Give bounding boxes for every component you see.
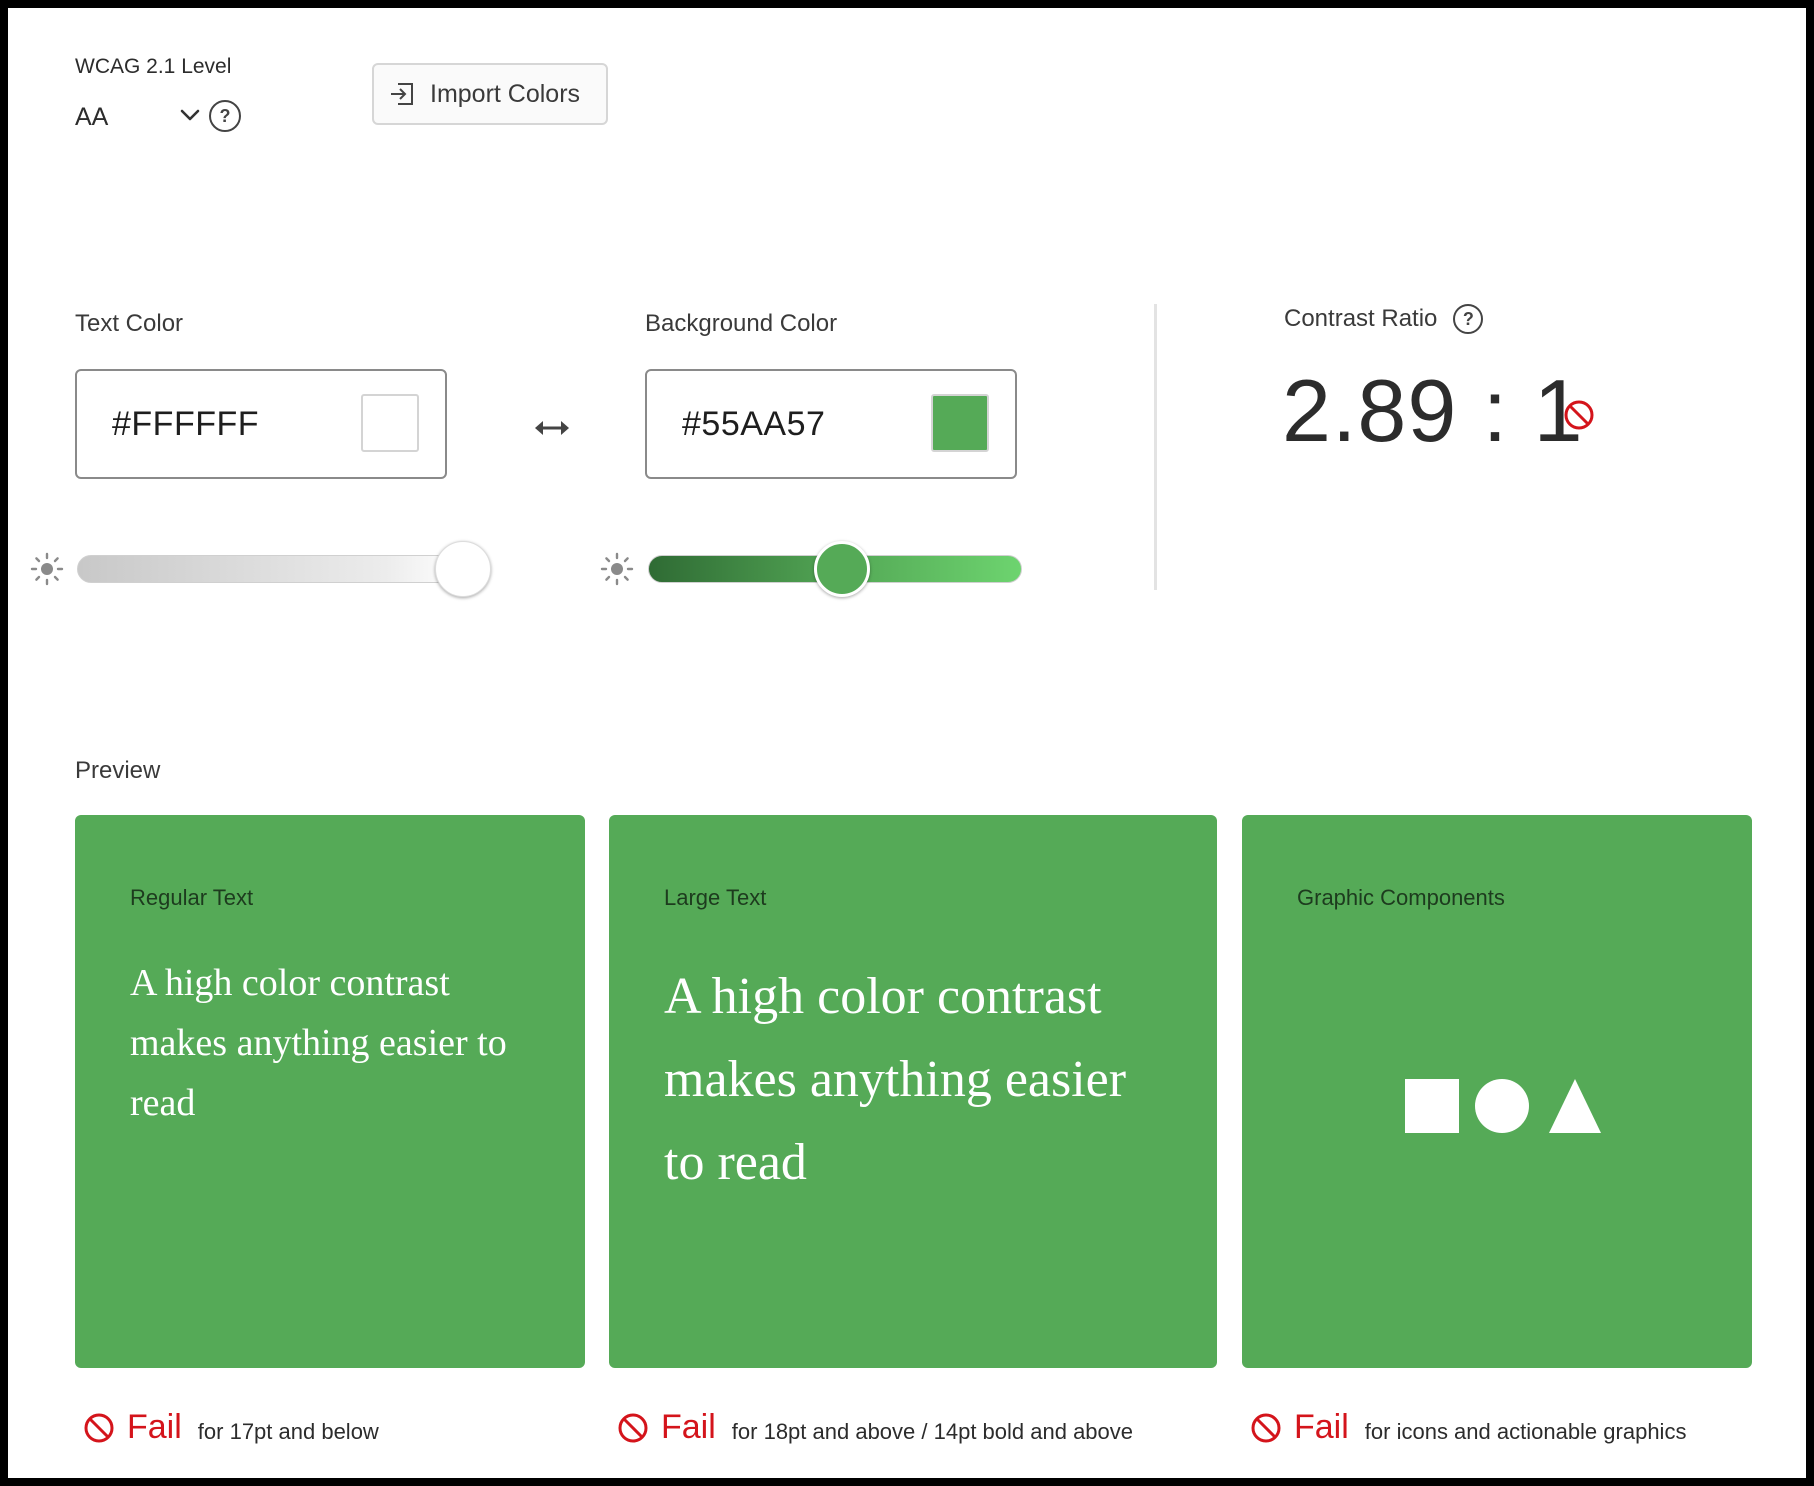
- background-brightness-slider-thumb[interactable]: [814, 541, 871, 597]
- card-title: Graphic Components: [1297, 885, 1505, 910]
- regular-text-result: Fail for 17pt and below: [83, 1408, 379, 1447]
- import-colors-button[interactable]: Import Colors: [372, 63, 608, 125]
- contrast-help-glyph: ?: [1462, 308, 1474, 329]
- background-color-hex-input[interactable]: [680, 403, 904, 445]
- large-text-result: Fail for 18pt and above / 14pt bold and …: [617, 1408, 1133, 1447]
- result-description: for 18pt and above / 14pt bold and above: [731, 1418, 1134, 1444]
- result-description: for icons and actionable graphics: [1364, 1418, 1687, 1444]
- wcag-help-glyph: ?: [219, 105, 231, 126]
- contrast-ratio-label: Contrast Ratio: [1284, 305, 1438, 332]
- brightness-icon: [30, 552, 64, 586]
- swap-colors-icon[interactable]: [532, 408, 572, 448]
- prohibited-icon: [84, 1413, 114, 1442]
- wcag-level-label: WCAG 2.1 Level: [75, 55, 232, 78]
- sample-text: A high color contrast makes anything eas…: [130, 962, 507, 1124]
- sample-text: A high color contrast makes anything eas…: [664, 968, 1127, 1191]
- sample-shapes: [1405, 1079, 1601, 1133]
- text-brightness-slider-track[interactable]: [77, 555, 463, 583]
- graphic-components-result: Fail for icons and actionable graphics: [1250, 1408, 1686, 1447]
- prohibited-icon: [1251, 1413, 1281, 1442]
- contrast-ratio-header: Contrast Ratio ?: [1284, 304, 1484, 334]
- prohibited-icon: [1564, 400, 1594, 430]
- preview-card-regular-text: Regular Text A high color contrast makes…: [75, 815, 585, 1368]
- result-status: Fail: [1294, 1408, 1349, 1446]
- contrast-ratio-value: 2.89 : 1: [1282, 361, 1584, 460]
- card-title: Regular Text: [130, 885, 254, 910]
- preview-label: Preview: [75, 757, 161, 784]
- chevron-down-icon: [180, 109, 200, 121]
- wcag-help-icon[interactable]: ?: [209, 100, 241, 132]
- result-status: Fail: [127, 1408, 182, 1446]
- import-colors-label: Import Colors: [430, 79, 581, 108]
- brightness-icon: [600, 552, 634, 586]
- square-icon: [1405, 1079, 1459, 1133]
- text-color-field[interactable]: [75, 369, 447, 479]
- result-description: for 17pt and below: [197, 1418, 379, 1444]
- text-color-swatch[interactable]: [361, 394, 419, 452]
- text-brightness-slider-thumb[interactable]: [435, 541, 491, 597]
- wcag-level-value: AA: [75, 102, 109, 131]
- import-icon: [391, 83, 413, 105]
- background-color-field[interactable]: [645, 369, 1017, 479]
- text-color-hex-input[interactable]: [110, 403, 334, 445]
- preview-card-graphic-components: Graphic Components: [1242, 815, 1752, 1368]
- result-status: Fail: [661, 1408, 716, 1446]
- contrast-help-icon[interactable]: ?: [1453, 304, 1484, 334]
- card-title: Large Text: [664, 885, 767, 910]
- background-color-label: Background Color: [645, 310, 838, 337]
- prohibited-icon: [618, 1413, 648, 1442]
- triangle-icon: [1549, 1079, 1601, 1133]
- circle-icon: [1475, 1079, 1529, 1133]
- wcag-level-dropdown[interactable]: AA: [75, 96, 205, 138]
- divider: [1154, 304, 1157, 590]
- preview-card-large-text: Large Text A high color contrast makes a…: [609, 815, 1217, 1368]
- text-color-label: Text Color: [75, 310, 184, 337]
- contrast-checker-panel: WCAG 2.1 Level AA ? Import Colors Text C…: [8, 8, 1806, 1478]
- background-color-swatch[interactable]: [931, 394, 989, 452]
